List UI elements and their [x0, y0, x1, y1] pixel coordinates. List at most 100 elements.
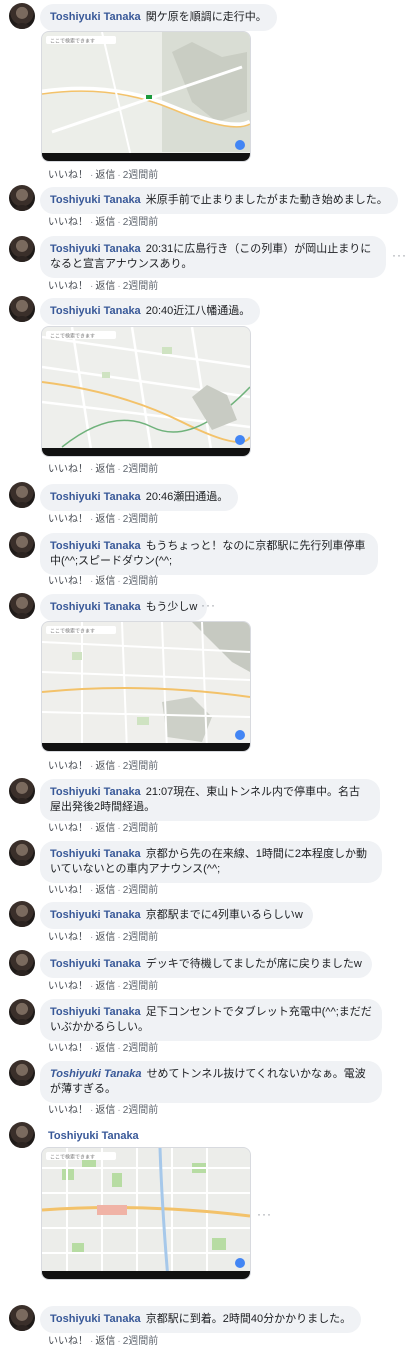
- timestamp[interactable]: 2週間前: [123, 981, 159, 992]
- avatar[interactable]: [9, 999, 35, 1025]
- comment-actions: いいね！ · 返信 · 2週間前: [48, 217, 159, 228]
- avatar[interactable]: [9, 950, 35, 976]
- comment-author[interactable]: Toshiyuki Tanaka: [50, 1313, 141, 1325]
- more-options-icon[interactable]: ···: [392, 248, 407, 262]
- map-screenshot[interactable]: ここで検索できます: [41, 326, 251, 457]
- timestamp[interactable]: 2週間前: [123, 1336, 159, 1347]
- like-link[interactable]: いいね！: [48, 761, 88, 772]
- more-options-icon[interactable]: ···: [201, 598, 216, 612]
- comment-author[interactable]: Toshiyuki Tanaka: [50, 243, 141, 255]
- timestamp[interactable]: 2週間前: [123, 170, 159, 181]
- like-link[interactable]: いいね！: [48, 464, 88, 475]
- reply-link[interactable]: 返信: [95, 217, 115, 228]
- avatar[interactable]: [9, 482, 35, 508]
- map-screenshot[interactable]: ここで検索できます: [41, 621, 251, 752]
- timestamp[interactable]: 2週間前: [123, 576, 159, 587]
- like-link[interactable]: いいね！: [48, 576, 88, 587]
- timestamp[interactable]: 2週間前: [123, 761, 159, 772]
- reply-link[interactable]: 返信: [95, 981, 115, 992]
- reply-link[interactable]: 返信: [95, 932, 115, 943]
- comment-text: 京都駅までに4列車いるらしいw: [145, 909, 303, 921]
- comment-bubble: Toshiyuki Tanaka 京都駅に到着。2時間40分かかりました。: [40, 1306, 362, 1333]
- comment-bubble: Toshiyuki Tanaka 足下コンセントでタブレット充電中(^^;まだだ…: [40, 999, 382, 1041]
- avatar[interactable]: [9, 1060, 35, 1086]
- like-link[interactable]: いいね！: [48, 217, 88, 228]
- comment-actions: いいね！ · 返信 · 2週間前: [48, 576, 159, 587]
- avatar[interactable]: [9, 185, 35, 211]
- reply-link[interactable]: 返信: [95, 1105, 115, 1116]
- reply-link[interactable]: 返信: [95, 823, 115, 834]
- comment-actions: いいね！ · 返信 · 2週間前: [48, 885, 159, 896]
- comment-author[interactable]: Toshiyuki Tanaka: [50, 305, 141, 317]
- comment-author[interactable]: Toshiyuki Tanaka: [50, 848, 141, 860]
- like-link[interactable]: いいね！: [48, 823, 88, 834]
- avatar[interactable]: [9, 901, 35, 927]
- map-screenshot[interactable]: ここで検索できます: [41, 1147, 251, 1280]
- avatar[interactable]: [9, 296, 35, 322]
- map-screenshot[interactable]: ここで検索できます: [41, 31, 251, 162]
- comment-author[interactable]: Toshiyuki Tanaka: [50, 540, 141, 552]
- comment-actions: いいね！ · 返信 · 2週間前: [48, 281, 159, 292]
- like-link[interactable]: いいね！: [48, 514, 88, 525]
- comment-author[interactable]: Toshiyuki Tanaka: [50, 909, 141, 921]
- avatar[interactable]: [9, 593, 35, 619]
- like-link[interactable]: いいね！: [48, 885, 88, 896]
- timestamp[interactable]: 2週間前: [123, 885, 159, 896]
- comment-author[interactable]: Toshiyuki Tanaka: [50, 601, 141, 613]
- comment-bubble: Toshiyuki Tanaka 20:46瀬田通過。: [40, 484, 239, 511]
- comment-author[interactable]: Toshiyuki Tanaka: [50, 786, 141, 798]
- like-link[interactable]: いいね！: [48, 1336, 88, 1347]
- avatar[interactable]: [9, 236, 35, 262]
- comment-bubble: Toshiyuki Tanaka 関ケ原を順調に走行中。: [40, 4, 277, 31]
- comment-author[interactable]: Toshiyuki Tanaka: [50, 194, 141, 206]
- comment-actions: いいね！ · 返信 · 2週間前: [48, 981, 159, 992]
- like-link[interactable]: いいね！: [48, 1105, 88, 1116]
- map-search-box: ここで検索できます: [50, 333, 95, 340]
- like-link[interactable]: いいね！: [48, 1043, 88, 1054]
- reply-link[interactable]: 返信: [95, 1043, 115, 1054]
- comment-author[interactable]: Toshiyuki Tanaka: [50, 11, 141, 23]
- comment-text: デッキで待機してましたが席に戻りましたw: [145, 958, 362, 970]
- map-search-box: ここで検索できます: [50, 628, 95, 635]
- reply-link[interactable]: 返信: [95, 514, 115, 525]
- like-link[interactable]: いいね！: [48, 281, 88, 292]
- comment-author[interactable]: Toshiyuki Tanaka: [50, 491, 141, 503]
- reply-link[interactable]: 返信: [95, 885, 115, 896]
- comment-actions: いいね！ · 返信 · 2週間前: [48, 1043, 159, 1054]
- comment-text: 京都駅に到着。2時間40分かかりました。: [145, 1313, 352, 1325]
- comment-bubble: Toshiyuki Tanaka せめてトンネル抜けてくれないかなぁ。電波が薄す…: [40, 1061, 382, 1103]
- timestamp[interactable]: 2週間前: [123, 281, 159, 292]
- avatar[interactable]: [9, 1305, 35, 1331]
- timestamp[interactable]: 2週間前: [123, 514, 159, 525]
- like-link[interactable]: いいね！: [48, 932, 88, 943]
- reply-link[interactable]: 返信: [95, 1336, 115, 1347]
- comment-author[interactable]: Toshiyuki Tanaka: [48, 1130, 139, 1142]
- more-options-icon[interactable]: ···: [257, 1207, 272, 1221]
- like-link[interactable]: いいね！: [48, 981, 88, 992]
- avatar[interactable]: [9, 3, 35, 29]
- map-image: ここで検索できます: [42, 1148, 250, 1279]
- timestamp[interactable]: 2週間前: [123, 1105, 159, 1116]
- comment-author[interactable]: Toshiyuki Tanaka: [50, 958, 141, 970]
- map-image: ここで検索できます: [42, 32, 250, 161]
- comment-author[interactable]: Toshiyuki Tanaka: [50, 1068, 142, 1080]
- timestamp[interactable]: 2週間前: [123, 217, 159, 228]
- like-link[interactable]: いいね！: [48, 170, 88, 181]
- avatar[interactable]: [9, 840, 35, 866]
- comment-author[interactable]: Toshiyuki Tanaka: [50, 1006, 141, 1018]
- timestamp[interactable]: 2週間前: [123, 1043, 159, 1054]
- reply-link[interactable]: 返信: [95, 761, 115, 772]
- avatar[interactable]: [9, 778, 35, 804]
- map-image: ここで検索できます: [42, 327, 250, 456]
- avatar[interactable]: [9, 532, 35, 558]
- reply-link[interactable]: 返信: [95, 464, 115, 475]
- avatar[interactable]: [9, 1122, 35, 1148]
- comment-bubble: Toshiyuki Tanaka 京都から先の在来線、1時間に2本程度しか動いて…: [40, 841, 382, 883]
- timestamp[interactable]: 2週間前: [123, 932, 159, 943]
- timestamp[interactable]: 2週間前: [123, 823, 159, 834]
- reply-link[interactable]: 返信: [95, 576, 115, 587]
- reply-link[interactable]: 返信: [95, 170, 115, 181]
- reply-link[interactable]: 返信: [95, 281, 115, 292]
- comment-text: 米原手前で止まりましたがまた動き始めました。: [145, 194, 388, 206]
- timestamp[interactable]: 2週間前: [123, 464, 159, 475]
